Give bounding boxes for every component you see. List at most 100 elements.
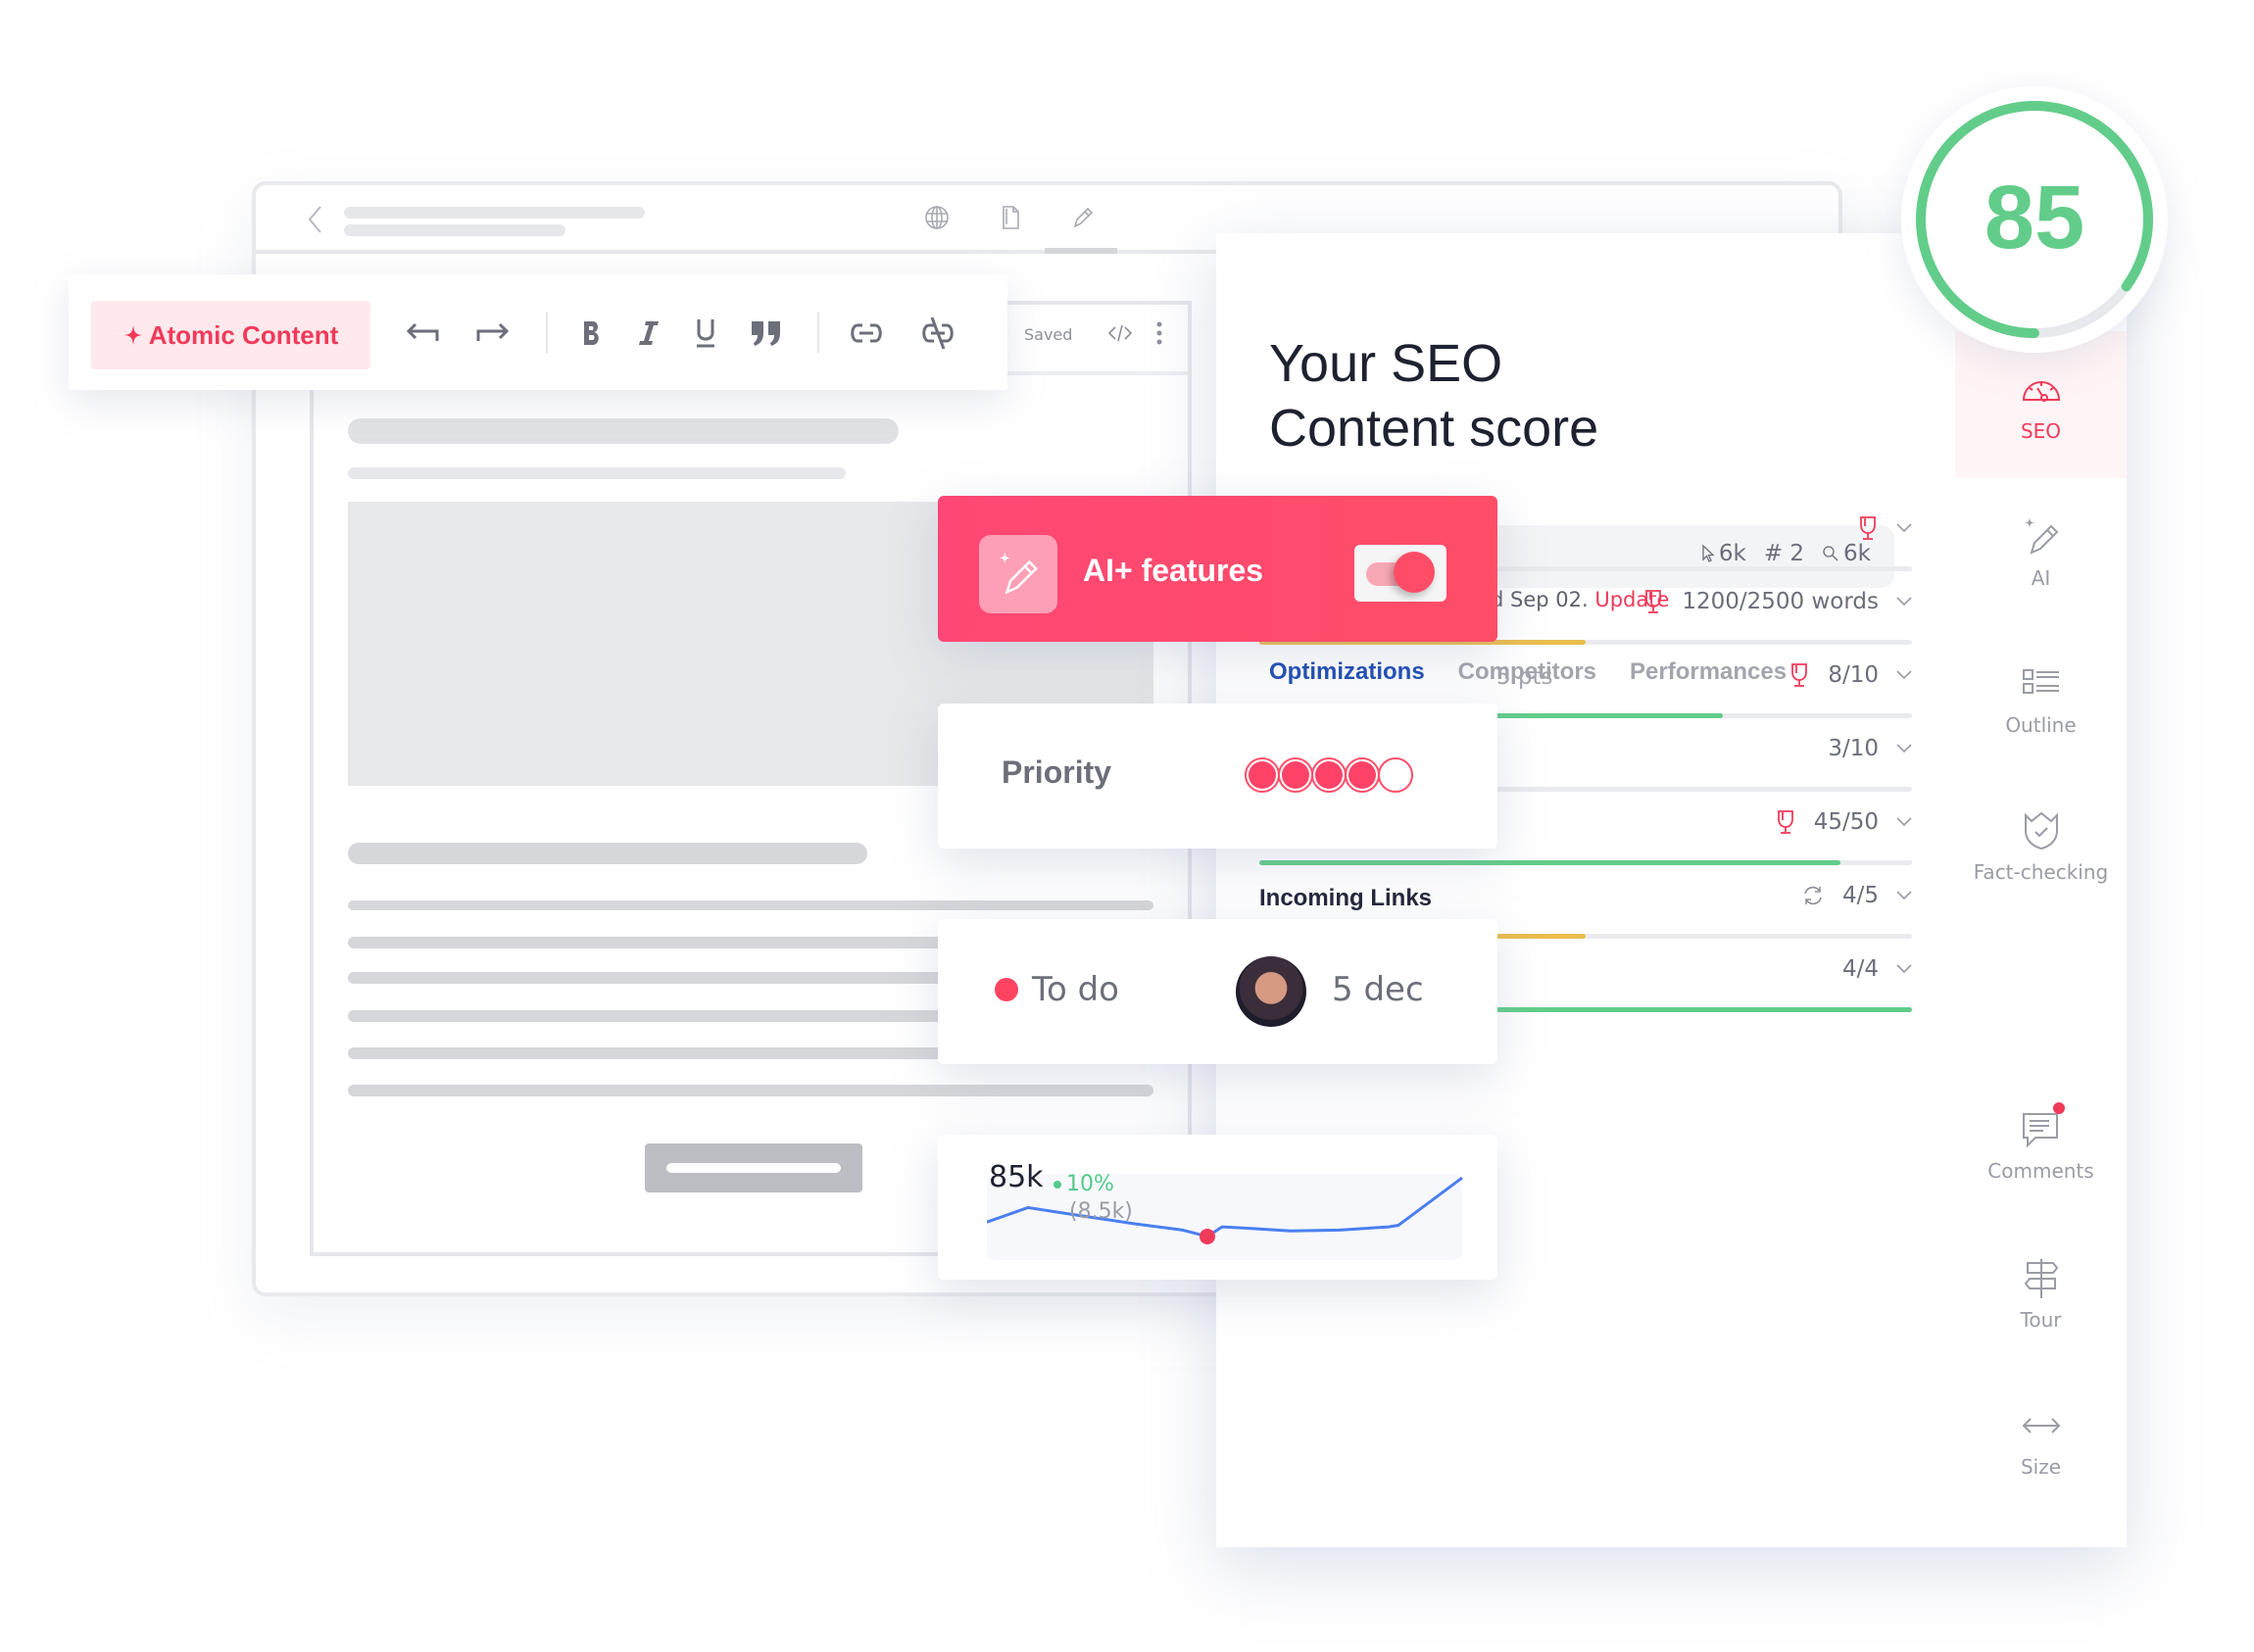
optimization-meta: 45/50	[1775, 809, 1912, 835]
shield-check-icon	[2024, 811, 2058, 850]
optimization-points: 5 pts	[1496, 664, 1553, 690]
optimization-progress-track	[1259, 860, 1912, 865]
trophy-icon	[1791, 663, 1808, 687]
optimization-value: 3/10	[1828, 736, 1879, 761]
chevron-down-icon[interactable]	[1896, 523, 1912, 533]
ai-icon-box	[979, 535, 1057, 613]
chevron-down-icon[interactable]	[1896, 744, 1912, 753]
skeleton-heading	[348, 418, 899, 444]
comment-icon-wrap	[2020, 1102, 2065, 1151]
seo-score-gauge: 85	[1901, 86, 2168, 353]
url-placeholder-line	[344, 207, 645, 219]
right-sidebar: SEO AI Outline Fact-checking Comments To…	[1955, 331, 2127, 1547]
url-placeholder-line	[344, 224, 565, 236]
priority-dot[interactable]	[1378, 757, 1413, 793]
chevron-down-icon[interactable]	[1896, 964, 1912, 974]
priority-dot[interactable]	[1311, 757, 1347, 793]
underline-button[interactable]	[684, 314, 727, 353]
delta-percent: 10%	[1066, 1172, 1114, 1196]
quote-icon	[752, 321, 780, 346]
sidebar-label: AI	[2031, 566, 2051, 590]
sidebar-label: Tour	[2020, 1308, 2062, 1332]
sidebar-item-outline[interactable]: Outline	[1955, 625, 2127, 772]
optimization-value: 45/50	[1813, 809, 1879, 835]
optimization-value: 1200/2500 words	[1682, 589, 1879, 614]
optimization-value: 4/4	[1841, 956, 1879, 982]
optimization-meta: 8/10	[1788, 662, 1912, 688]
ai-features-card: AI+ features	[938, 496, 1497, 642]
optimization-label: Incoming Links	[1259, 885, 1433, 911]
sidebar-label: Comments	[1987, 1159, 2094, 1183]
comment-icon	[2022, 1113, 2058, 1148]
back-chevron-icon[interactable]	[305, 205, 326, 234]
sidebar-item-ai[interactable]: AI	[1955, 478, 2127, 625]
optimization-meta: 4/5	[1801, 883, 1912, 908]
sparkle-icon	[123, 325, 142, 345]
status-label[interactable]: To do	[1032, 970, 1119, 1009]
optimization-meta: 1200/2500 words	[1642, 589, 1912, 614]
sidebar-item-seo[interactable]: SEO	[1955, 331, 2127, 478]
sidebar-label: Fact-checking	[1973, 860, 2109, 884]
task-status-card: To do 5 dec	[938, 919, 1497, 1064]
link-icon	[851, 323, 882, 343]
sidebar-label: SEO	[2020, 419, 2062, 443]
skeleton-text-line	[348, 900, 1153, 910]
saved-status: Saved	[1024, 325, 1073, 344]
traffic-card: 85k 10% (8.5k)	[938, 1135, 1497, 1280]
quote-button[interactable]	[745, 314, 788, 353]
priority-dot[interactable]	[1245, 757, 1280, 793]
trophy-icon	[1777, 810, 1793, 834]
chevron-down-icon[interactable]	[1896, 891, 1912, 900]
refresh-icon	[1804, 886, 1822, 905]
speedometer-icon	[2022, 381, 2060, 402]
traffic-sparkline	[987, 1174, 1463, 1260]
traffic-delta: 10%	[1054, 1172, 1114, 1196]
code-icon[interactable]	[1107, 322, 1133, 344]
undo-icon	[406, 322, 439, 341]
more-vertical-icon[interactable]	[1154, 320, 1164, 346]
underline-icon	[697, 319, 714, 348]
atomic-content-button[interactable]: Atomic Content	[91, 301, 370, 369]
optimization-meta: 3/10	[1828, 736, 1912, 761]
undo-button[interactable]	[402, 314, 445, 353]
sidebar-item-size[interactable]: Size	[1955, 1367, 2127, 1514]
unlink-button[interactable]	[916, 314, 959, 353]
priority-rating[interactable]	[1245, 757, 1413, 793]
globe-icon[interactable]	[922, 203, 952, 232]
pencil-icon[interactable]	[1067, 203, 1097, 232]
sidebar-label: Size	[2020, 1455, 2062, 1479]
trophy-icon	[1860, 516, 1876, 540]
sidebar-label: Outline	[2005, 713, 2077, 737]
assignee-avatar[interactable]	[1236, 956, 1306, 1027]
link-button[interactable]	[845, 314, 888, 353]
ai-features-toggle[interactable]	[1354, 545, 1446, 602]
ai-features-label: AI+ features	[1083, 553, 1264, 588]
priority-card: Priority	[938, 704, 1497, 849]
optimization-value: 4/5	[1841, 883, 1879, 908]
bold-button[interactable]	[570, 314, 613, 353]
notification-dot	[2052, 1102, 2065, 1114]
unlink-icon	[922, 316, 954, 350]
sidebar-item-comments[interactable]: Comments	[1955, 1071, 2127, 1218]
sidebar-item-tour[interactable]: Tour	[1955, 1220, 2127, 1367]
sidebar-item-fact-checking[interactable]: Fact-checking	[1955, 772, 2127, 919]
score-value: 85	[1984, 168, 2085, 267]
chevron-down-icon[interactable]	[1896, 670, 1912, 680]
chevron-down-icon[interactable]	[1896, 817, 1912, 827]
skeleton-subheading	[348, 467, 846, 479]
italic-button[interactable]	[627, 314, 670, 353]
document-icon[interactable]	[996, 203, 1025, 232]
skeleton-button[interactable]	[645, 1143, 862, 1192]
redo-button[interactable]	[470, 314, 514, 353]
priority-dot[interactable]	[1278, 757, 1313, 793]
bold-icon	[584, 321, 599, 345]
optimization-meta: 4/4	[1842, 956, 1912, 982]
editor-toolbar: Atomic Content	[69, 274, 1007, 390]
chevron-down-icon[interactable]	[1896, 597, 1912, 607]
priority-dot[interactable]	[1345, 757, 1380, 793]
active-tab-indicator	[1045, 248, 1117, 254]
outline-list-icon	[2022, 669, 2059, 694]
sparkline-highlight-point[interactable]	[1200, 1228, 1215, 1244]
due-date[interactable]: 5 dec	[1332, 970, 1424, 1009]
skeleton-button-label	[666, 1163, 841, 1173]
